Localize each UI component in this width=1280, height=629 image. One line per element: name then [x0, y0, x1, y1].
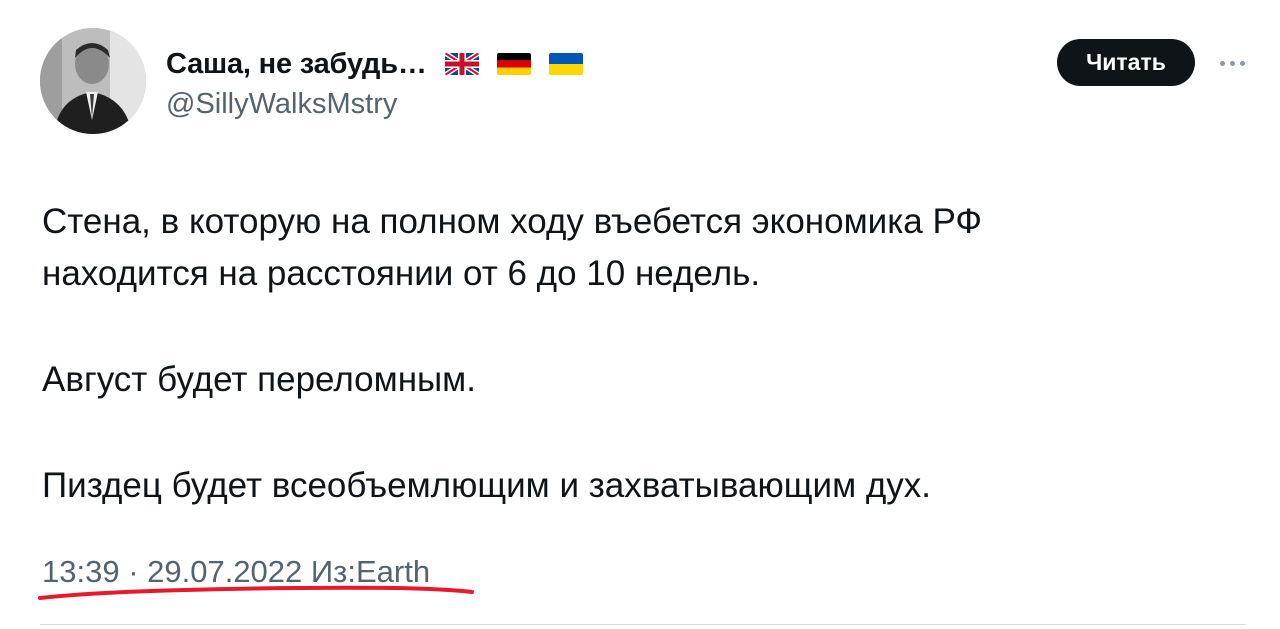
tweet-line: находится на расстоянии от 6 до 10 недел…: [42, 254, 761, 293]
follow-button[interactable]: Читать: [1057, 39, 1195, 86]
uk-flag-icon: [444, 53, 479, 75]
dot: [1229, 60, 1235, 66]
dot: [1219, 60, 1225, 66]
tweet-line: Пиздец будет всеобъемлющим и захватывающ…: [42, 466, 932, 505]
name-row: Саша, не забудь…: [166, 44, 583, 84]
ukraine-flag-icon: [548, 53, 583, 75]
tweet-card: Саша, не забудь… @SillyWalksMstry Читать…: [0, 0, 1280, 629]
user-handle[interactable]: @SillyWalksMstry: [166, 88, 397, 121]
divider: [40, 624, 1246, 625]
red-underline-annotation: [38, 585, 474, 600]
avatar[interactable]: [40, 28, 146, 134]
display-name[interactable]: Саша, не забудь…: [166, 48, 427, 81]
germany-flag-icon: [496, 53, 531, 75]
tweet-text: Стена, в которую на полном ходу въебется…: [42, 196, 1222, 512]
dot: [1239, 60, 1245, 66]
tweet-line: Август будет переломным.: [42, 360, 476, 399]
more-dots-icon[interactable]: [1212, 48, 1252, 78]
tweet-line: Стена, в которую на полном ходу въебется…: [42, 202, 983, 241]
